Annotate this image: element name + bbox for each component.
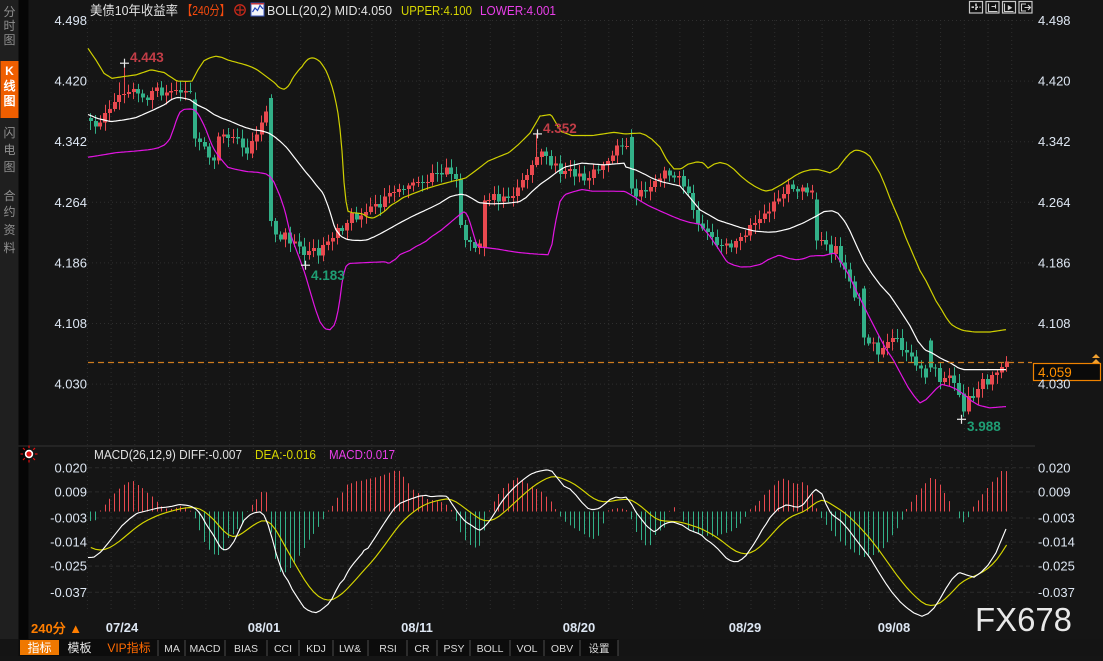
svg-text:4.183: 4.183 (311, 268, 345, 283)
svg-text:设置: 设置 (589, 643, 610, 655)
svg-text:图: 图 (3, 33, 15, 47)
svg-text:OBV: OBV (551, 643, 573, 655)
svg-text:08/20: 08/20 (563, 620, 596, 635)
svg-text:【240分】: 【240分】 (182, 3, 230, 18)
svg-text:BOLL: BOLL (477, 643, 504, 655)
svg-text:FX678: FX678 (975, 601, 1072, 638)
svg-text:BOLL(20,2) MID:4.050: BOLL(20,2) MID:4.050 (267, 3, 392, 18)
svg-text:DEA:-0.016: DEA:-0.016 (255, 447, 316, 462)
svg-text:0.009: 0.009 (1038, 484, 1071, 499)
svg-text:BIAS: BIAS (234, 643, 258, 655)
svg-text:0.020: 0.020 (54, 460, 87, 475)
svg-text:08/01: 08/01 (248, 620, 281, 635)
svg-text:模板: 模板 (67, 641, 91, 655)
svg-text:料: 料 (3, 241, 15, 255)
svg-text:RSI: RSI (379, 643, 397, 655)
svg-text:CR: CR (414, 643, 430, 655)
svg-text:MACD:0.017: MACD:0.017 (329, 447, 395, 462)
svg-text:4.498: 4.498 (54, 13, 87, 28)
svg-text:4.264: 4.264 (1038, 195, 1071, 210)
svg-text:KDJ: KDJ (306, 643, 326, 655)
svg-text:09/08: 09/08 (878, 620, 911, 635)
svg-text:240分 ▲: 240分 ▲ (31, 621, 82, 636)
svg-text:4.030: 4.030 (54, 377, 87, 392)
svg-text:-0.014: -0.014 (1038, 535, 1075, 550)
svg-text:分: 分 (3, 5, 15, 19)
svg-text:4.108: 4.108 (54, 316, 87, 331)
svg-text:4.264: 4.264 (54, 195, 87, 210)
svg-text:VIP指标: VIP指标 (107, 640, 150, 655)
svg-text:0.009: 0.009 (54, 484, 87, 499)
svg-text:4.342: 4.342 (1038, 134, 1071, 149)
svg-text:闪: 闪 (3, 126, 15, 140)
svg-text:4.352: 4.352 (543, 121, 577, 136)
svg-text:08/11: 08/11 (401, 620, 433, 635)
svg-text:4.498: 4.498 (1038, 13, 1071, 28)
svg-text:08/29: 08/29 (729, 620, 762, 635)
svg-text:PSY: PSY (443, 643, 464, 655)
svg-text:4.420: 4.420 (1038, 74, 1071, 89)
svg-text:3.988: 3.988 (967, 419, 1001, 434)
svg-text:VOL: VOL (516, 643, 537, 655)
svg-text:-0.025: -0.025 (50, 559, 87, 574)
svg-text:4.342: 4.342 (54, 134, 87, 149)
svg-text:4.186: 4.186 (54, 255, 87, 270)
svg-text:LOWER:4.001: LOWER:4.001 (480, 3, 556, 18)
svg-text:-0.037: -0.037 (1038, 585, 1075, 600)
svg-text:时: 时 (3, 19, 15, 33)
svg-text:4.420: 4.420 (54, 74, 87, 89)
svg-text:线: 线 (3, 78, 15, 93)
svg-text:-0.003: -0.003 (1038, 511, 1075, 526)
svg-text:4.186: 4.186 (1038, 255, 1071, 270)
svg-text:K: K (5, 64, 14, 78)
svg-text:UPPER:4.100: UPPER:4.100 (401, 3, 472, 18)
svg-text:4.030: 4.030 (1038, 377, 1071, 392)
svg-text:LW&: LW& (339, 643, 361, 655)
svg-text:-0.003: -0.003 (50, 511, 87, 526)
svg-text:电: 电 (3, 143, 15, 157)
svg-text:-0.037: -0.037 (50, 585, 87, 600)
svg-text:图: 图 (3, 160, 15, 174)
svg-text:0.020: 0.020 (1038, 460, 1071, 475)
svg-text:-0.014: -0.014 (50, 535, 87, 550)
svg-text:MACD(26,12,9) DIFF:-0.007: MACD(26,12,9) DIFF:-0.007 (94, 447, 242, 462)
svg-text:4.108: 4.108 (1038, 316, 1071, 331)
svg-text:图: 图 (3, 94, 15, 108)
svg-text:美债10年收益率: 美债10年收益率 (90, 3, 178, 18)
svg-text:合: 合 (3, 188, 15, 203)
svg-text:MA: MA (164, 643, 180, 655)
svg-text:4.443: 4.443 (130, 50, 164, 65)
svg-text:CCI: CCI (274, 643, 292, 655)
svg-text:指标: 指标 (27, 640, 51, 655)
svg-text:-0.025: -0.025 (1038, 559, 1075, 574)
svg-text:MACD: MACD (190, 643, 221, 655)
svg-text:约: 约 (3, 204, 15, 219)
svg-text:07/24: 07/24 (106, 620, 139, 635)
svg-text:资: 资 (3, 223, 15, 237)
